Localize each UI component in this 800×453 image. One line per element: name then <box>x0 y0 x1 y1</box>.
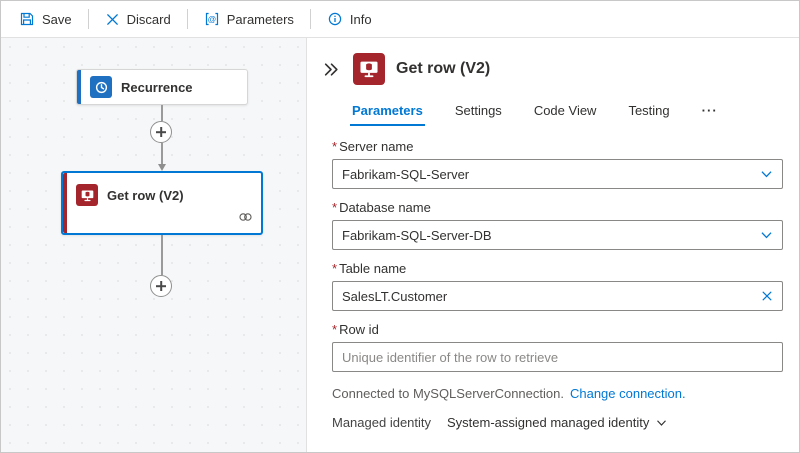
tab-code-view-label: Code View <box>534 103 597 118</box>
required-marker: * <box>332 200 337 215</box>
info-icon <box>327 11 343 27</box>
connector-arrowhead <box>158 164 166 171</box>
managed-identity-row: Managed identity System-assigned managed… <box>332 415 799 430</box>
parameters-form: *Server name *Database name <box>308 126 799 372</box>
toolbar-separator <box>187 9 188 29</box>
chevron-down-icon[interactable] <box>760 169 773 179</box>
tabs-overflow-label: ··· <box>702 103 718 118</box>
panel-tabs: Parameters Settings Code View Testing ··… <box>342 97 799 126</box>
collapse-panel-icon[interactable] <box>320 58 342 80</box>
save-button[interactable]: Save <box>11 5 80 33</box>
connection-reference-icon <box>238 210 253 228</box>
server-name-field: *Server name <box>332 139 783 189</box>
sql-connector-icon-large <box>353 53 385 85</box>
tab-testing-label: Testing <box>628 103 669 118</box>
get-row-card[interactable]: Get row (V2) <box>61 171 263 235</box>
connection-status-text: Connected to MySQLServerConnection. <box>332 386 564 401</box>
managed-identity-dropdown[interactable]: System-assigned managed identity <box>447 415 667 430</box>
panel-title: Get row (V2) <box>396 60 490 78</box>
discard-button[interactable]: Discard <box>97 6 179 33</box>
tab-settings-label: Settings <box>455 103 502 118</box>
discard-icon <box>105 12 120 27</box>
clear-icon[interactable] <box>761 290 773 302</box>
tab-settings[interactable]: Settings <box>445 97 512 126</box>
chevron-down-icon <box>656 419 667 427</box>
info-label: Info <box>350 12 372 27</box>
panel-header: Get row (V2) <box>308 38 799 91</box>
parameters-icon: @ <box>204 11 220 27</box>
get-row-accent-bar <box>63 173 67 233</box>
operation-details-panel: Get row (V2) Parameters Settings Code Vi… <box>308 38 799 452</box>
get-row-card-label: Get row (V2) <box>107 188 184 203</box>
toolbar-separator <box>88 9 89 29</box>
discard-label: Discard <box>127 12 171 27</box>
table-name-input[interactable] <box>333 282 782 310</box>
managed-identity-label: Managed identity <box>332 415 431 430</box>
change-connection-link[interactable]: Change connection. <box>570 386 686 401</box>
database-name-input[interactable] <box>333 221 782 249</box>
row-id-label: *Row id <box>332 322 783 337</box>
save-icon <box>19 11 35 27</box>
table-name-label: *Table name <box>332 261 783 276</box>
logic-app-designer: Save Discard @ Parameters Info <box>0 0 800 453</box>
sql-connector-icon <box>76 184 98 206</box>
row-id-textbox[interactable] <box>332 342 783 372</box>
required-marker: * <box>332 322 337 337</box>
server-name-label: *Server name <box>332 139 783 154</box>
database-name-field: *Database name <box>332 200 783 250</box>
recurrence-clock-icon <box>90 76 112 98</box>
parameters-label: Parameters <box>227 12 294 27</box>
table-name-field: *Table name <box>332 261 783 311</box>
table-name-combobox[interactable] <box>332 281 783 311</box>
row-id-field: *Row id <box>332 322 783 372</box>
chevron-down-icon[interactable] <box>760 230 773 240</box>
server-name-combobox[interactable] <box>332 159 783 189</box>
required-marker: * <box>332 261 337 276</box>
connection-info: Connected to MySQLServerConnection. Chan… <box>332 386 799 401</box>
server-name-input[interactable] <box>333 160 782 188</box>
database-name-label: *Database name <box>332 200 783 215</box>
tabs-overflow-button[interactable]: ··· <box>692 97 728 126</box>
required-marker: * <box>332 139 337 154</box>
recurrence-card-label: Recurrence <box>121 80 193 95</box>
row-id-input[interactable] <box>333 343 782 371</box>
svg-text:@: @ <box>207 14 216 24</box>
connector-line <box>161 143 163 164</box>
connector-line <box>161 105 163 121</box>
toolbar-separator <box>310 9 311 29</box>
save-label: Save <box>42 12 72 27</box>
insert-step-button[interactable] <box>150 121 172 143</box>
workflow-canvas[interactable]: Recurrence Get row (V2) <box>1 38 307 452</box>
tab-testing[interactable]: Testing <box>618 97 679 126</box>
connector-line <box>161 235 163 275</box>
database-name-combobox[interactable] <box>332 220 783 250</box>
recurrence-card[interactable]: Recurrence <box>76 69 248 105</box>
info-button[interactable]: Info <box>319 5 380 33</box>
tab-parameters[interactable]: Parameters <box>342 97 433 126</box>
managed-identity-value: System-assigned managed identity <box>447 415 649 430</box>
tab-parameters-label: Parameters <box>352 103 423 118</box>
add-step-button[interactable] <box>150 275 172 297</box>
tab-code-view[interactable]: Code View <box>524 97 607 126</box>
command-bar: Save Discard @ Parameters Info <box>1 1 799 38</box>
recurrence-accent-bar <box>77 70 81 104</box>
parameters-button[interactable]: @ Parameters <box>196 5 302 33</box>
